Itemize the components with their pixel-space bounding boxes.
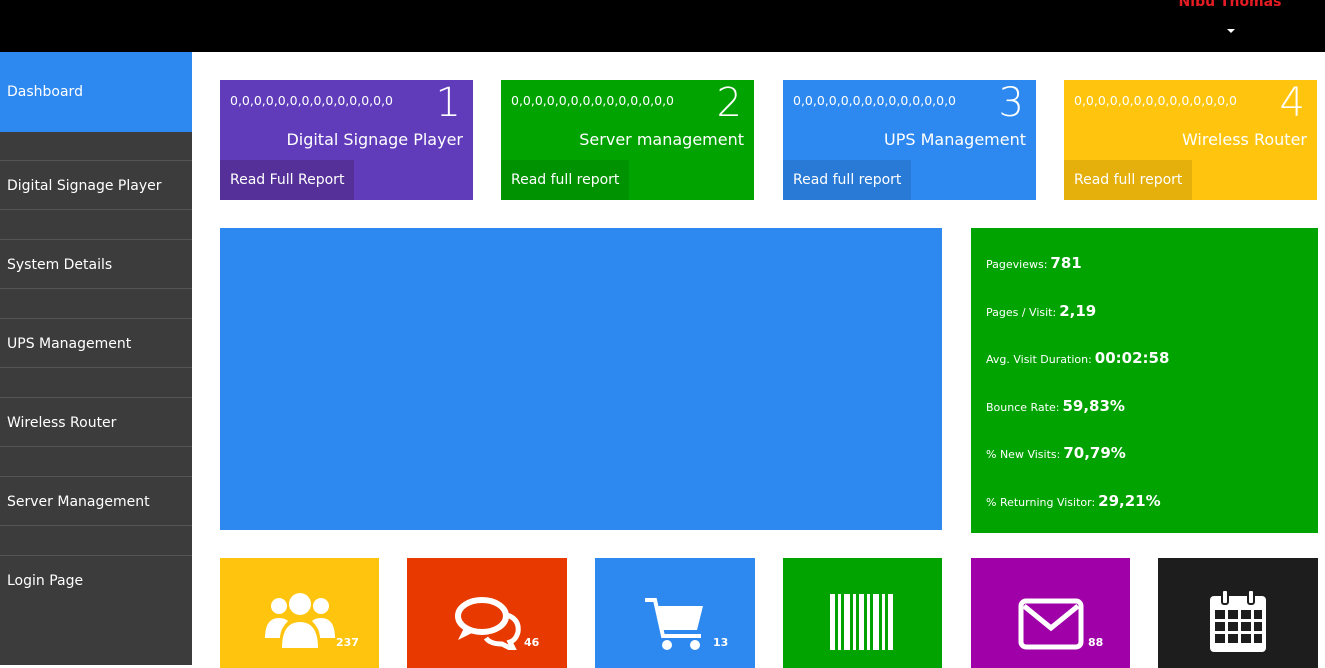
tile-values: 0,0,0,0,0,0,0,0,0,0,0,0,0,0 <box>230 93 393 108</box>
stat-label: % Returning Visitor: <box>986 496 1096 509</box>
main-panel <box>220 228 942 530</box>
calendar-tile[interactable] <box>1158 558 1318 668</box>
barcode-icon <box>830 594 893 650</box>
stat-value: 59,83% <box>1062 397 1125 415</box>
sidebar-item-ups-management[interactable]: UPS Management <box>0 318 192 368</box>
users-tile[interactable]: 237 <box>220 558 379 668</box>
stat-label: Pages / Visit: <box>986 306 1057 319</box>
read-report-link[interactable]: Read Full Report <box>220 160 355 200</box>
stat-value: 70,79% <box>1063 444 1126 462</box>
stat-value: 29,21% <box>1098 492 1161 510</box>
tile-ups-management[interactable]: 0,0,0,0,0,0,0,0,0,0,0,0,0,0 3 UPS Manage… <box>783 80 1036 200</box>
sidebar-item-system-details[interactable]: System Details <box>0 239 192 289</box>
stat-label: Bounce Rate: <box>986 401 1060 414</box>
chevron-down-icon[interactable] <box>1227 29 1235 33</box>
cart-icon <box>645 598 703 650</box>
cart-tile[interactable]: 13 <box>595 558 755 668</box>
mail-count: 88 <box>1088 636 1104 649</box>
tile-number: 2 <box>716 80 742 126</box>
sidebar-item-wireless-router[interactable]: Wireless Router <box>0 397 192 447</box>
cart-count: 13 <box>713 636 729 649</box>
tile-values: 0,0,0,0,0,0,0,0,0,0,0,0,0,0 <box>511 93 674 108</box>
tile-values: 0,0,0,0,0,0,0,0,0,0,0,0,0,0 <box>1074 93 1237 108</box>
barcode-tile[interactable] <box>783 558 942 668</box>
chat-icon <box>455 597 521 650</box>
tile-values: 0,0,0,0,0,0,0,0,0,0,0,0,0,0 <box>793 93 956 108</box>
users-count: 237 <box>336 636 359 649</box>
top-bar: Nibu Thomas <box>0 0 1325 52</box>
stats-panel: Pageviews: 781 Pages / Visit: 2,19 Avg. Vi… <box>971 228 1318 533</box>
stat-pages-per-visit: Pages / Visit: 2,19 <box>986 302 1096 320</box>
chat-tile[interactable]: 46 <box>407 558 567 668</box>
sidebar-item-server-management[interactable]: Server Management <box>0 476 192 526</box>
tile-number: 4 <box>1279 80 1305 126</box>
tile-title: Server management <box>579 130 744 149</box>
stat-avg-visit-duration: Avg. Visit Duration: 00:02:58 <box>986 349 1169 367</box>
tile-title: Digital Signage Player <box>286 130 463 149</box>
sidebar-item-login-page[interactable]: Login Page <box>0 555 192 607</box>
stat-value: 781 <box>1050 254 1082 272</box>
stat-returning-visitor: % Returning Visitor: 29,21% <box>986 492 1161 510</box>
read-report-link[interactable]: Read full report <box>501 160 630 200</box>
stat-value: 2,19 <box>1059 302 1097 320</box>
stat-label: % New Visits: <box>986 448 1061 461</box>
stat-label: Pageviews: <box>986 258 1048 271</box>
tile-digital-signage-player[interactable]: 0,0,0,0,0,0,0,0,0,0,0,0,0,0 1 Digital Si… <box>220 80 473 200</box>
stat-new-visits: % New Visits: 70,79% <box>986 444 1126 462</box>
calendar-icon <box>1210 589 1266 652</box>
stat-pageviews: Pageviews: 781 <box>986 254 1082 272</box>
user-name[interactable]: Nibu Thomas <box>1170 0 1290 10</box>
tile-server-management[interactable]: 0,0,0,0,0,0,0,0,0,0,0,0,0,0 2 Server man… <box>501 80 754 200</box>
read-report-link[interactable]: Read full report <box>783 160 912 200</box>
tile-title: UPS Management <box>884 130 1026 149</box>
stat-value: 00:02:58 <box>1094 349 1170 367</box>
users-icon <box>265 593 335 648</box>
chat-count: 46 <box>524 636 540 649</box>
sidebar-item-dashboard[interactable]: Dashboard <box>0 52 192 132</box>
sidebar-item-digital-signage-player[interactable]: Digital Signage Player <box>0 160 192 210</box>
stat-label: Avg. Visit Duration: <box>986 353 1092 366</box>
read-report-link[interactable]: Read full report <box>1064 160 1193 200</box>
tile-wireless-router[interactable]: 0,0,0,0,0,0,0,0,0,0,0,0,0,0 4 Wireless R… <box>1064 80 1317 200</box>
mail-tile[interactable]: 88 <box>971 558 1130 668</box>
tile-number: 3 <box>998 80 1024 126</box>
stat-bounce-rate: Bounce Rate: 59,83% <box>986 397 1125 415</box>
tile-number: 1 <box>435 80 461 126</box>
mail-icon <box>1018 598 1084 650</box>
tile-title: Wireless Router <box>1181 130 1307 149</box>
